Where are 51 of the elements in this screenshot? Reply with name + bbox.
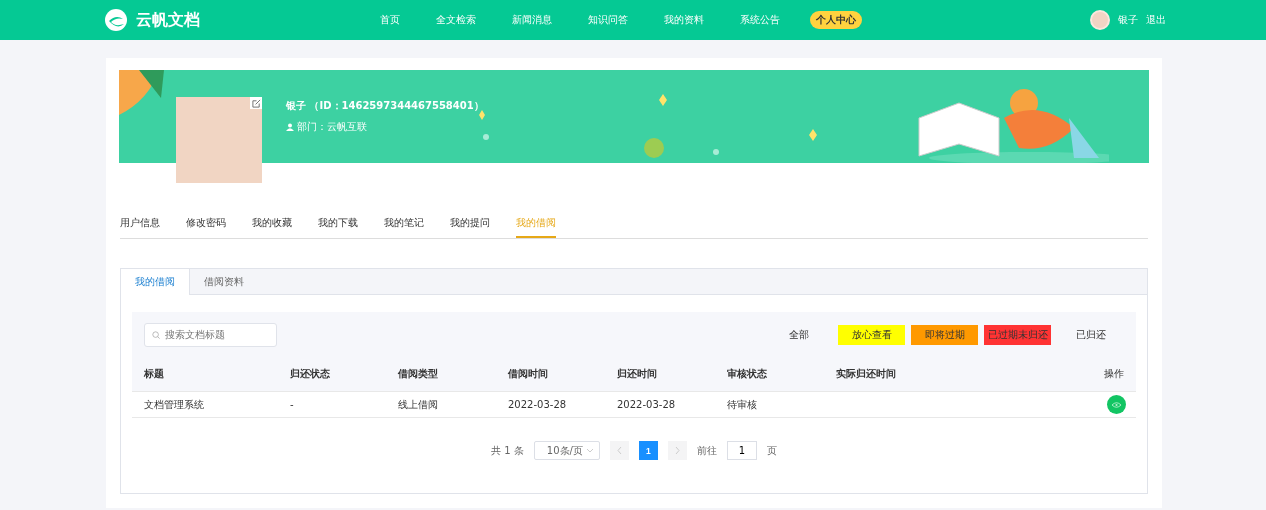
goto-label: 前往 [696, 443, 717, 458]
profile-tab[interactable]: 修改密码 [186, 216, 226, 238]
page-size-select[interactable]: 10条/页 [533, 441, 600, 460]
status-filter[interactable]: 即将过期 [911, 324, 978, 345]
table-cell-text: 线上借阅 [398, 397, 439, 412]
sub-tab[interactable]: 借阅资料 [190, 269, 258, 295]
edit-icon[interactable] [250, 97, 262, 109]
column-header: 归还状态 [290, 367, 331, 381]
brand-name: 云帆文档 [136, 9, 200, 31]
eye-icon [1112, 401, 1121, 408]
table-cell-text: 待审核 [727, 397, 758, 412]
nav-link[interactable]: 个人中心 [810, 11, 862, 29]
total-count: 共 1 条 [491, 443, 524, 458]
user-id-text: 银子 （ID：1462597344467558401） [286, 99, 484, 113]
profile-tab[interactable]: 我的提问 [450, 216, 490, 238]
column-header: 操作 [1103, 367, 1124, 381]
table-cell-text: 文档管理系统 [144, 397, 205, 412]
column-header: 实际归还时间 [836, 367, 897, 381]
person-icon [286, 123, 294, 131]
search-field[interactable]: 搜索文档标题 [144, 322, 277, 347]
avatar[interactable] [1090, 10, 1110, 30]
profile-tab[interactable]: 我的笔记 [384, 216, 424, 238]
column-header: 标题 [144, 367, 165, 381]
logo-icon [104, 8, 128, 32]
column-header: 归还时间 [617, 367, 658, 381]
search-icon [152, 330, 160, 339]
next-page-button[interactable] [667, 441, 687, 460]
prev-page-button[interactable] [609, 441, 629, 460]
status-filter[interactable]: 已归还 [1057, 324, 1124, 345]
view-button[interactable] [1107, 395, 1126, 414]
sub-tab[interactable]: 我的借阅 [121, 269, 190, 295]
chevron-left-icon [616, 447, 622, 454]
status-filter[interactable]: 放心查看 [838, 324, 905, 345]
table-cell-text: 2022-03-28 [508, 399, 568, 410]
chevron-right-icon [674, 447, 680, 454]
user-name: 银子 [1118, 13, 1138, 27]
column-header: 审核状态 [727, 367, 768, 381]
profile-tab[interactable]: 我的下载 [318, 216, 358, 238]
column-header: 借阅时间 [508, 367, 549, 381]
department-text: 部门：云帆互联 [297, 120, 367, 134]
page-button[interactable]: 1 [638, 441, 658, 460]
status-filter[interactable]: 全部 [765, 324, 832, 345]
status-filter[interactable]: 已过期未归还 [984, 324, 1051, 345]
goto-page-field[interactable]: 1 [726, 441, 757, 460]
table-cell-text: - [290, 399, 295, 410]
table-cell-text: 2022-03-28 [617, 399, 677, 410]
column-header: 借阅类型 [398, 367, 439, 381]
caret-icon [586, 448, 593, 453]
profile-tab[interactable]: 我的收藏 [252, 216, 292, 238]
profile-tab[interactable]: 用户信息 [120, 216, 160, 238]
page-unit-label: 页 [766, 443, 777, 458]
